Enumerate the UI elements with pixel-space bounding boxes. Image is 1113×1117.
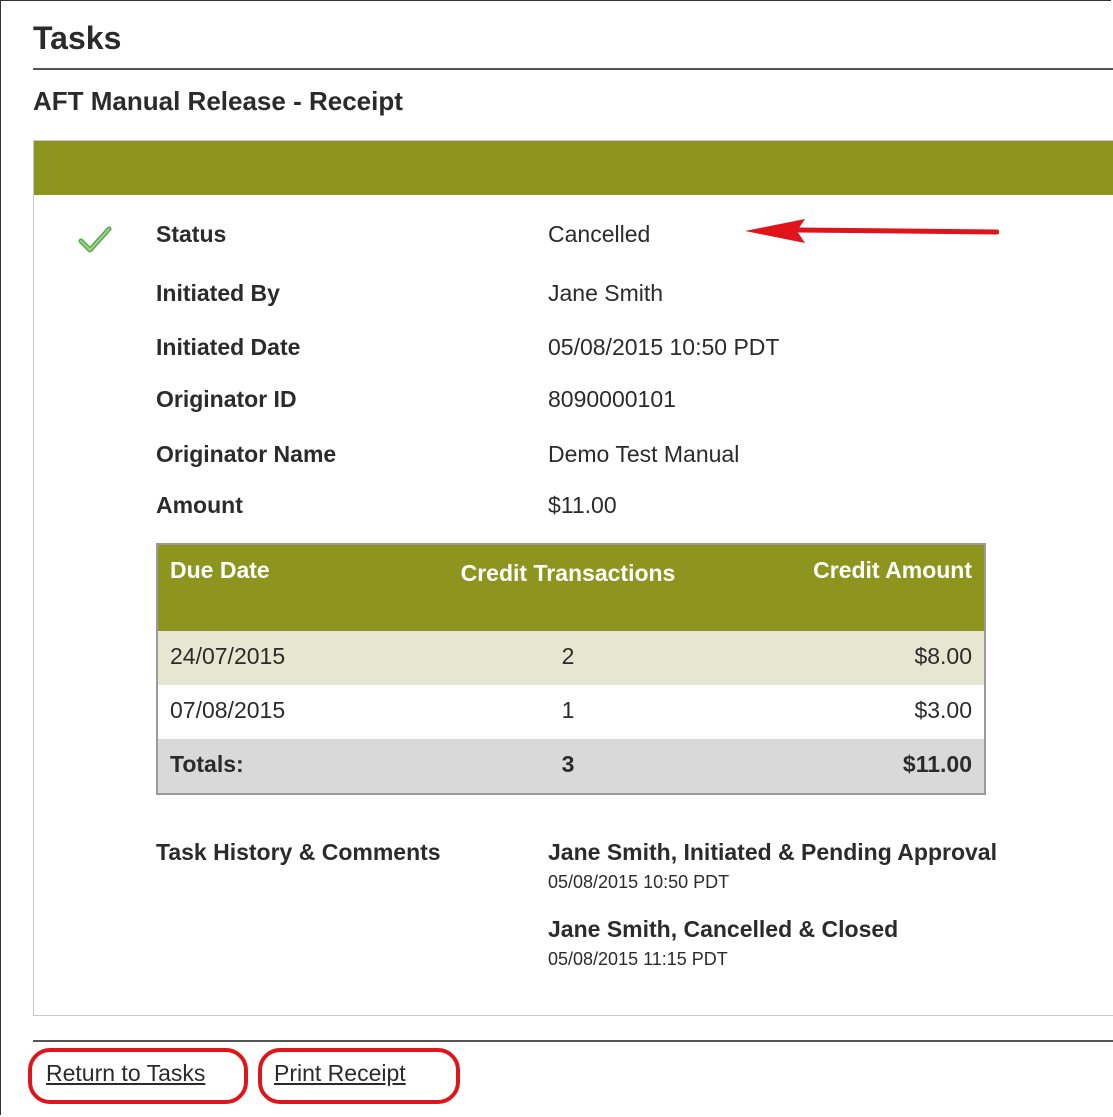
credit-transactions-cell: 2	[561, 643, 575, 669]
originator-id-value: 8090000101	[548, 386, 676, 412]
table-header: Due Date Credit Transactions Credit Amou…	[158, 545, 984, 631]
totals-credit-transactions: 3	[561, 751, 575, 777]
receipt-panel: Status Cancelled Initiated By Jane Smith…	[33, 140, 1113, 1016]
amount-value: $11.00	[548, 492, 617, 518]
header-due-date: Due Date	[170, 557, 270, 583]
due-date-cell: 07/08/2015	[170, 697, 286, 723]
totals-label: Totals:	[170, 751, 244, 777]
amount-label: Amount	[156, 492, 243, 518]
initiated-by-value: Jane Smith	[548, 280, 664, 306]
annotation-arrow	[745, 219, 999, 243]
initiated-date-value: 05/08/2015 10:50 PDT	[548, 334, 780, 360]
history-entry-time: 05/08/2015 11:15 PDT	[548, 949, 728, 969]
header-credit-transactions: Credit Transactions	[460, 560, 676, 586]
status-value: Cancelled	[548, 221, 651, 247]
table-row: 24/07/2015 2 $8.00	[158, 631, 984, 685]
history-entry-title: Jane Smith, Cancelled & Closed	[548, 916, 899, 942]
footer-divider	[33, 1040, 1113, 1042]
originator-name-label: Originator Name	[156, 441, 337, 467]
panel-header-bar	[34, 141, 1113, 195]
check-icon	[78, 226, 112, 253]
due-date-cell: 24/07/2015	[170, 643, 286, 669]
history-entry: Jane Smith, Cancelled & Closed 05/08/201…	[548, 916, 898, 970]
credit-transactions-cell: 1	[561, 697, 575, 723]
credit-amount-cell: $8.00	[914, 643, 972, 669]
credit-amount-cell: $3.00	[914, 697, 972, 723]
due-date-table: Due Date Credit Transactions Credit Amou…	[156, 543, 986, 795]
receipt-title: AFT Manual Release - Receipt	[33, 86, 403, 116]
title-divider	[33, 68, 1113, 70]
history-entry: Jane Smith, Initiated & Pending Approval…	[548, 839, 997, 893]
history-entry-time: 05/08/2015 10:50 PDT	[548, 872, 730, 892]
task-history-label: Task History & Comments	[156, 839, 441, 865]
table-row: 07/08/2015 1 $3.00	[158, 685, 984, 739]
originator-name-value: Demo Test Manual	[548, 441, 740, 467]
initiated-date-label: Initiated Date	[156, 334, 301, 360]
totals-row: Totals: 3 $11.00	[158, 739, 984, 793]
page-title: Tasks	[33, 20, 122, 56]
annotation-circle-print	[258, 1048, 460, 1104]
totals-credit-amount: $11.00	[902, 751, 972, 777]
status-label: Status	[156, 221, 227, 247]
header-credit-amount: Credit Amount	[813, 557, 972, 583]
history-entry-title: Jane Smith, Initiated & Pending Approval	[548, 839, 997, 865]
annotation-circle-return	[28, 1048, 248, 1104]
originator-id-label: Originator ID	[156, 386, 297, 412]
initiated-by-label: Initiated By	[156, 280, 280, 306]
